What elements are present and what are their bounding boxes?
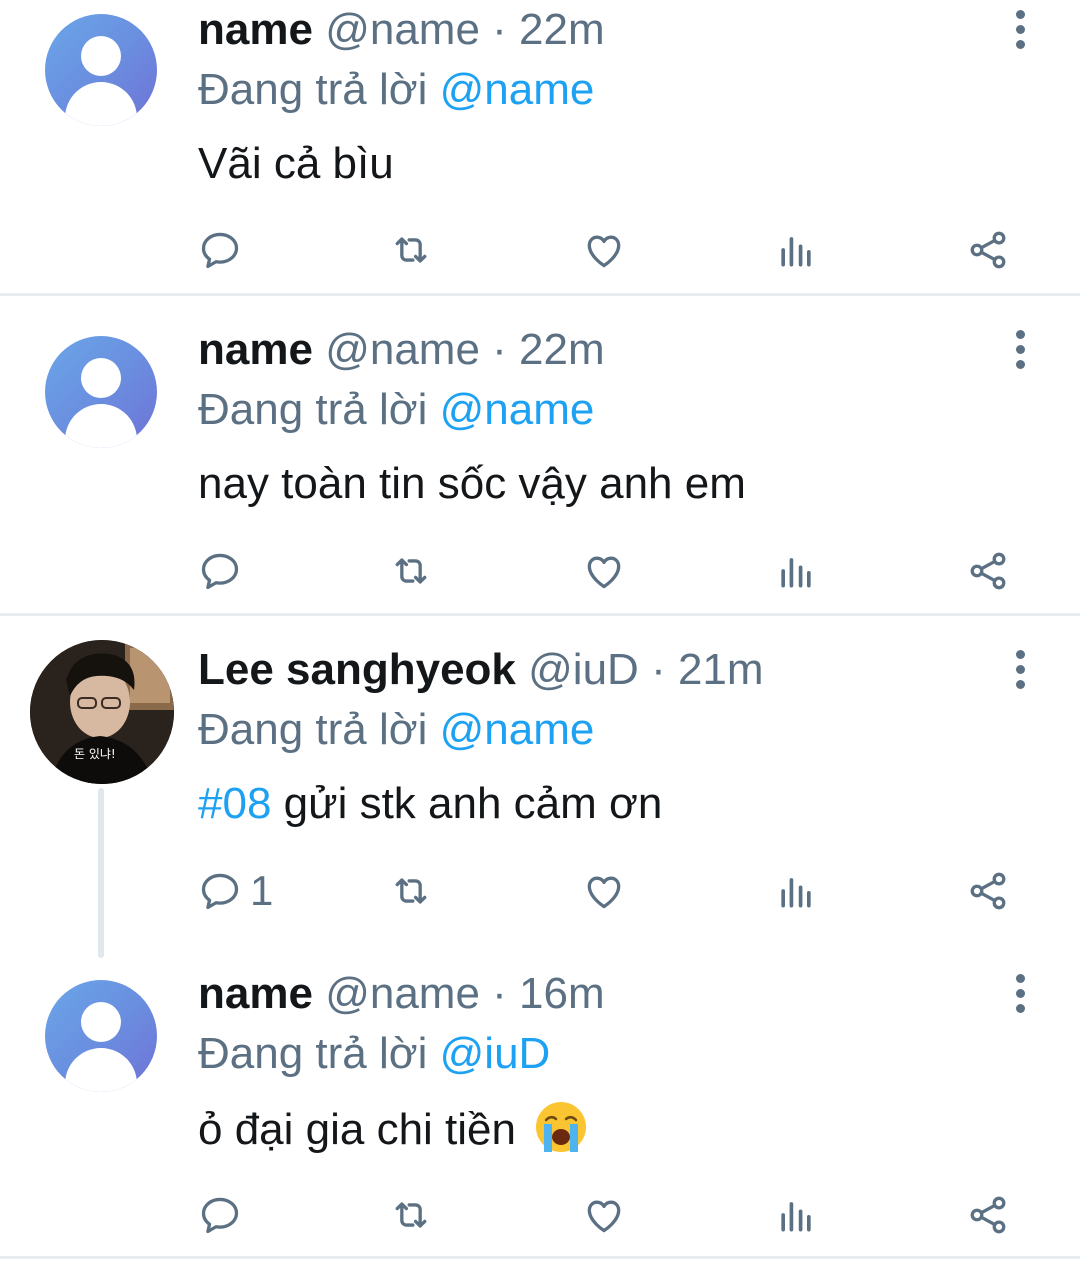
mention-link[interactable]: @name bbox=[440, 385, 595, 434]
tweet-body: ỏ đại gia chi tiền bbox=[198, 1105, 516, 1154]
tweet-header: name @name · 16m bbox=[198, 968, 605, 1020]
reply-prefix: Đang trả lời bbox=[198, 1029, 428, 1078]
display-name[interactable]: Lee sanghyeok bbox=[198, 645, 516, 694]
reply-prefix: Đang trả lời bbox=[198, 705, 428, 754]
analytics-button[interactable] bbox=[774, 866, 818, 916]
profile-photo[interactable]: 돈 있냐! bbox=[30, 640, 174, 784]
tweet-actions: 1 bbox=[0, 866, 1080, 916]
default-user-icon[interactable] bbox=[45, 14, 157, 126]
timestamp[interactable]: 21m bbox=[678, 645, 764, 694]
like-icon bbox=[582, 1193, 626, 1237]
replying-to: Đang trả lời @name bbox=[198, 384, 594, 436]
timestamp[interactable]: 22m bbox=[519, 325, 605, 374]
retweet-button[interactable] bbox=[389, 546, 433, 596]
analytics-icon bbox=[774, 869, 818, 913]
analytics-button[interactable] bbox=[774, 1190, 818, 1240]
timestamp[interactable]: 16m bbox=[519, 969, 605, 1018]
like-button[interactable] bbox=[582, 1190, 626, 1240]
retweet-button[interactable] bbox=[389, 1190, 433, 1240]
separator-dot: · bbox=[492, 969, 507, 1018]
separator-dot: · bbox=[492, 325, 507, 374]
analytics-button[interactable] bbox=[774, 225, 818, 275]
separator-dot: · bbox=[651, 645, 666, 694]
tweet-actions bbox=[0, 225, 1080, 275]
reply-prefix: Đang trả lời bbox=[198, 385, 428, 434]
analytics-icon bbox=[774, 1193, 818, 1237]
reply-icon bbox=[198, 228, 242, 272]
tweet-text: ỏ đại gia chi tiền bbox=[198, 1100, 588, 1158]
reply-icon bbox=[198, 1193, 242, 1237]
reply-button[interactable]: 1 bbox=[198, 866, 273, 916]
user-handle[interactable]: @name bbox=[325, 5, 480, 54]
retweet-icon bbox=[389, 549, 433, 593]
analytics-button[interactable] bbox=[774, 546, 818, 596]
retweet-icon bbox=[389, 1193, 433, 1237]
display-name[interactable]: name bbox=[198, 325, 313, 374]
reply-button[interactable] bbox=[198, 225, 242, 275]
like-button[interactable] bbox=[582, 866, 626, 916]
share-icon bbox=[966, 869, 1010, 913]
share-button[interactable] bbox=[966, 546, 1010, 596]
display-name[interactable]: name bbox=[198, 969, 313, 1018]
share-button[interactable] bbox=[966, 1190, 1010, 1240]
reply-icon bbox=[198, 549, 242, 593]
reply-button[interactable] bbox=[198, 1190, 242, 1240]
share-icon bbox=[966, 1193, 1010, 1237]
separator-dot: · bbox=[492, 5, 507, 54]
tweet-header: name @name · 22m bbox=[198, 4, 605, 56]
retweet-icon bbox=[389, 228, 433, 272]
tweet-text: #08 gửi stk anh cảm ơn bbox=[198, 776, 662, 832]
divider bbox=[0, 293, 1080, 296]
share-button[interactable] bbox=[966, 225, 1010, 275]
mention-link[interactable]: @iuD bbox=[440, 1029, 551, 1078]
tweet-text: Vãi cả bìu bbox=[198, 139, 394, 188]
analytics-icon bbox=[774, 228, 818, 272]
more-options-icon[interactable] bbox=[1008, 974, 1032, 1014]
hashtag-link[interactable]: #08 bbox=[198, 779, 271, 828]
retweet-icon bbox=[389, 869, 433, 913]
mention-link[interactable]: @name bbox=[440, 65, 595, 114]
user-handle[interactable]: @iuD bbox=[528, 645, 639, 694]
replying-to: Đang trả lời @name bbox=[198, 704, 594, 756]
like-icon bbox=[582, 869, 626, 913]
more-options-icon[interactable] bbox=[1008, 330, 1032, 370]
replying-to: Đang trả lời @name bbox=[198, 64, 594, 116]
tweet-header: Lee sanghyeok @iuD · 21m bbox=[198, 644, 764, 696]
divider bbox=[0, 613, 1080, 616]
divider bbox=[0, 1256, 1080, 1259]
tweet-actions bbox=[0, 546, 1080, 596]
reply-count: 1 bbox=[250, 867, 274, 914]
share-icon bbox=[966, 228, 1010, 272]
like-icon bbox=[582, 549, 626, 593]
tweet-body: gửi stk anh cảm ơn bbox=[283, 779, 663, 828]
tweet-actions bbox=[0, 1190, 1080, 1240]
retweet-button[interactable] bbox=[389, 866, 433, 916]
reply-prefix: Đang trả lời bbox=[198, 65, 428, 114]
tweet-header: name @name · 22m bbox=[198, 324, 605, 376]
share-button[interactable] bbox=[966, 866, 1010, 916]
loudly-crying-face-icon bbox=[536, 1102, 587, 1152]
reply-icon bbox=[198, 869, 242, 913]
svg-text:돈 있냐!: 돈 있냐! bbox=[74, 747, 116, 761]
user-handle[interactable]: @name bbox=[325, 325, 480, 374]
share-icon bbox=[966, 549, 1010, 593]
reply-button[interactable] bbox=[198, 546, 242, 596]
mention-link[interactable]: @name bbox=[440, 705, 595, 754]
like-button[interactable] bbox=[582, 225, 626, 275]
retweet-button[interactable] bbox=[389, 225, 433, 275]
user-handle[interactable]: @name bbox=[325, 969, 480, 1018]
analytics-icon bbox=[774, 549, 818, 593]
like-button[interactable] bbox=[582, 546, 626, 596]
default-user-icon[interactable] bbox=[45, 980, 157, 1092]
timestamp[interactable]: 22m bbox=[519, 5, 605, 54]
display-name[interactable]: name bbox=[198, 5, 313, 54]
like-icon bbox=[582, 228, 626, 272]
tweet-text: nay toàn tin sốc vậy anh em bbox=[198, 459, 746, 508]
more-options-icon[interactable] bbox=[1008, 650, 1032, 690]
default-user-icon[interactable] bbox=[45, 336, 157, 448]
replying-to: Đang trả lời @iuD bbox=[198, 1028, 550, 1080]
profile-photo-image: 돈 있냐! bbox=[30, 640, 174, 784]
more-options-icon[interactable] bbox=[1008, 10, 1032, 50]
